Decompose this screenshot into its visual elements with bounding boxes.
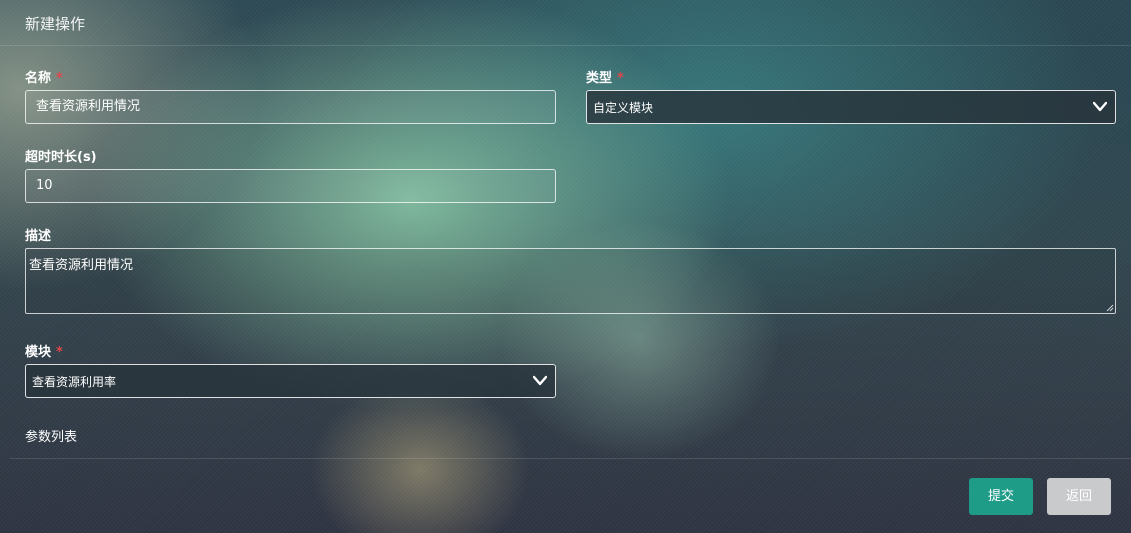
timeout-input[interactable]: 10 xyxy=(25,169,556,203)
description-textarea[interactable]: 查看资源利用情况 xyxy=(25,248,1116,314)
module-label-text: 模块 xyxy=(25,345,52,360)
page-title: 新建操作 xyxy=(25,15,86,33)
type-label: 类型 * xyxy=(586,67,624,86)
chevron-down-icon xyxy=(1093,101,1107,112)
type-label-text: 类型 xyxy=(586,71,613,86)
dialog-header: 新建操作 xyxy=(0,0,1131,46)
type-select-value: 自定义模块 xyxy=(593,101,654,115)
timeout-label: 超时时长(s) xyxy=(25,150,97,165)
submit-button[interactable]: 提交 xyxy=(969,478,1033,515)
footer-divider xyxy=(10,458,1131,459)
chevron-down-icon xyxy=(533,375,547,386)
description-label: 描述 xyxy=(25,229,52,244)
module-select-value: 查看资源利用率 xyxy=(32,375,117,389)
back-button[interactable]: 返回 xyxy=(1047,478,1111,515)
module-select[interactable]: 查看资源利用率 xyxy=(25,364,556,398)
required-mark: * xyxy=(56,345,63,360)
type-select[interactable]: 自定义模块 xyxy=(586,90,1116,124)
required-mark: * xyxy=(617,71,624,86)
name-label: 名称 * xyxy=(25,67,63,86)
required-mark: * xyxy=(56,71,63,86)
name-input[interactable]: 查看资源利用情况 xyxy=(25,90,556,124)
module-label: 模块 * xyxy=(25,341,63,360)
params-section-title: 参数列表 xyxy=(25,430,78,445)
description-text: 查看资源利用情况 xyxy=(29,258,134,273)
name-label-text: 名称 xyxy=(25,71,52,86)
resize-grip-icon[interactable] xyxy=(1105,303,1114,312)
